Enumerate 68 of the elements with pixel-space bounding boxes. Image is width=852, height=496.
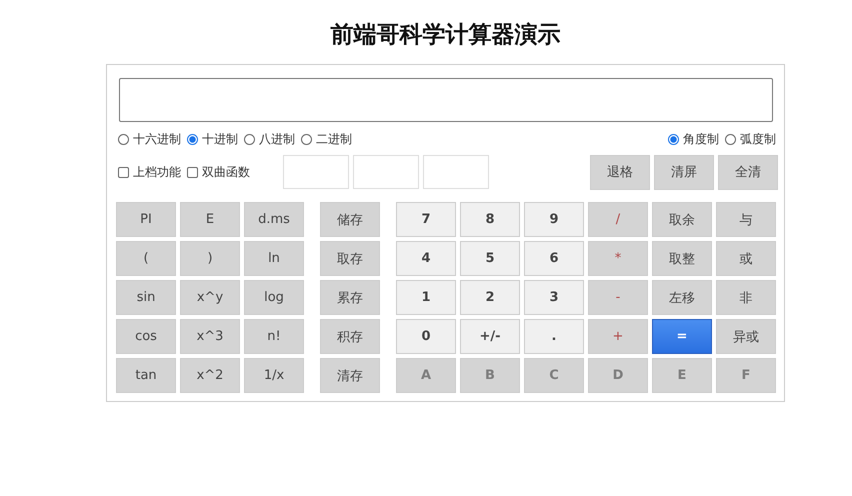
function-key[interactable]: E bbox=[180, 202, 240, 237]
function-key[interactable]: ) bbox=[180, 241, 240, 276]
function-key[interactable]: log bbox=[244, 280, 304, 315]
edit-button[interactable]: 清屏 bbox=[654, 154, 714, 190]
radio-icon[interactable] bbox=[301, 134, 312, 144]
memory-field[interactable] bbox=[353, 155, 419, 189]
function-key[interactable]: ln bbox=[244, 241, 304, 276]
function-key[interactable]: 1/x bbox=[244, 358, 304, 393]
angle-option[interactable]: 弧度制 bbox=[725, 130, 776, 148]
function-key[interactable]: 取整 bbox=[652, 241, 712, 276]
digit-key[interactable]: 7 bbox=[396, 202, 456, 237]
base-option[interactable]: 十进制 bbox=[187, 130, 238, 148]
operator-key[interactable]: - bbox=[588, 280, 648, 315]
digit-key[interactable]: 4 bbox=[396, 241, 456, 276]
function-key[interactable]: tan bbox=[116, 358, 176, 393]
function-key[interactable]: x^3 bbox=[180, 319, 240, 354]
function-key[interactable]: 取余 bbox=[652, 202, 712, 237]
memory-field[interactable] bbox=[423, 155, 489, 189]
function-key[interactable]: cos bbox=[116, 319, 176, 354]
digit-key[interactable]: 2 bbox=[460, 280, 520, 315]
digit-key[interactable]: 3 bbox=[524, 280, 584, 315]
function-key[interactable]: PI bbox=[116, 202, 176, 237]
base-option[interactable]: 十六进制 bbox=[118, 130, 181, 148]
operator-key[interactable]: / bbox=[588, 202, 648, 237]
edit-button[interactable]: 全清 bbox=[718, 154, 778, 190]
digit-key[interactable]: . bbox=[524, 319, 584, 354]
digit-key[interactable]: 1 bbox=[396, 280, 456, 315]
radio-icon[interactable] bbox=[668, 134, 679, 144]
digit-key[interactable]: 0 bbox=[396, 319, 456, 354]
equals-key[interactable]: = bbox=[652, 319, 712, 354]
checkbox-icon[interactable] bbox=[118, 166, 129, 178]
digit-key[interactable]: 8 bbox=[460, 202, 520, 237]
operator-key[interactable]: * bbox=[588, 241, 648, 276]
function-key[interactable]: 异或 bbox=[716, 319, 776, 354]
function-key[interactable]: d.ms bbox=[244, 202, 304, 237]
function-key[interactable]: n! bbox=[244, 319, 304, 354]
function-key[interactable]: 非 bbox=[716, 280, 776, 315]
function-key[interactable]: 与 bbox=[716, 202, 776, 237]
function-key[interactable]: 或 bbox=[716, 241, 776, 276]
display-field[interactable] bbox=[119, 78, 773, 122]
operator-key[interactable]: + bbox=[588, 319, 648, 354]
memory-key[interactable]: 储存 bbox=[320, 202, 380, 237]
edit-button[interactable]: 退格 bbox=[590, 154, 650, 190]
memory-key[interactable]: 积存 bbox=[320, 319, 380, 354]
option-checkbox[interactable]: 上档功能 bbox=[118, 164, 181, 180]
page-title: 前端哥科学计算器演示 bbox=[330, 21, 562, 50]
digit-key[interactable]: 6 bbox=[524, 241, 584, 276]
option-checkbox[interactable]: 双曲函数 bbox=[187, 164, 250, 180]
radio-icon[interactable] bbox=[118, 134, 129, 144]
checkbox-icon[interactable] bbox=[187, 166, 198, 178]
angle-option[interactable]: 角度制 bbox=[668, 130, 719, 148]
digit-key[interactable]: +/- bbox=[460, 319, 520, 354]
function-key[interactable]: 左移 bbox=[652, 280, 712, 315]
digit-key[interactable]: 9 bbox=[524, 202, 584, 237]
memory-key[interactable]: 清存 bbox=[320, 358, 380, 393]
function-key[interactable]: x^y bbox=[180, 280, 240, 315]
radio-icon[interactable] bbox=[244, 134, 255, 144]
function-key[interactable]: sin bbox=[116, 280, 176, 315]
memory-field[interactable] bbox=[283, 155, 349, 189]
radio-icon[interactable] bbox=[725, 134, 736, 144]
digit-key[interactable]: 5 bbox=[460, 241, 520, 276]
base-option[interactable]: 二进制 bbox=[301, 130, 352, 148]
base-option[interactable]: 八进制 bbox=[244, 130, 295, 148]
memory-key[interactable]: 取存 bbox=[320, 241, 380, 276]
function-key[interactable]: ( bbox=[116, 241, 176, 276]
memory-key[interactable]: 累存 bbox=[320, 280, 380, 315]
radio-icon[interactable] bbox=[187, 134, 198, 144]
function-key[interactable]: x^2 bbox=[180, 358, 240, 393]
